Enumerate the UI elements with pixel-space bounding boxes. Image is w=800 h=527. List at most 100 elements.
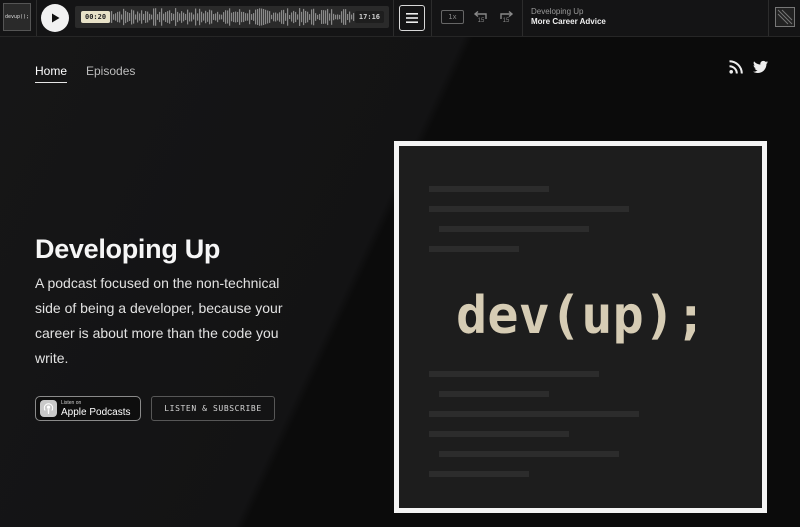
waveform-bar xyxy=(311,9,313,25)
waveform-bar xyxy=(319,13,321,21)
divider xyxy=(36,0,37,36)
waveform-bar xyxy=(227,10,229,24)
waveform-bar xyxy=(129,13,131,21)
waveform-bar xyxy=(173,13,175,21)
waveform-bar xyxy=(333,13,335,21)
waveform-bar xyxy=(277,13,279,21)
waveform-bar xyxy=(113,14,115,20)
waveform-bar xyxy=(193,14,195,20)
apple-podcasts-button[interactable]: Listen on Apple Podcasts xyxy=(35,396,141,421)
waveform-bar xyxy=(299,8,301,26)
skip-forward-seconds: 15 xyxy=(502,18,510,24)
episode-thumbnail[interactable]: devup(); xyxy=(3,3,31,31)
hamburger-icon xyxy=(406,13,418,23)
waveform-bar xyxy=(157,14,159,20)
current-time: 00:20 xyxy=(81,11,111,23)
playback-speed-button[interactable]: 1x xyxy=(441,10,464,24)
waveform-bar xyxy=(275,12,277,22)
waveform-bar xyxy=(317,14,319,20)
twitter-icon[interactable] xyxy=(753,60,768,74)
share-icon[interactable] xyxy=(775,7,795,27)
waveform-bar xyxy=(303,8,305,26)
waveform-bar xyxy=(215,13,217,21)
waveform-bar xyxy=(181,11,183,23)
waveform-bar xyxy=(191,12,193,22)
waveform-bar xyxy=(125,10,127,24)
waveform-bar xyxy=(149,13,151,21)
waveform-bar xyxy=(189,12,191,22)
waveform-bar xyxy=(255,9,257,25)
play-button[interactable] xyxy=(41,4,69,32)
waveform-bar xyxy=(309,14,311,20)
waveform-bar xyxy=(235,11,237,23)
waveform-bar xyxy=(233,11,235,23)
waveform-bar xyxy=(207,12,209,22)
waveform-bar xyxy=(131,9,133,25)
waveform-bar xyxy=(259,8,261,26)
waveform-bar xyxy=(115,13,117,21)
play-icon xyxy=(52,13,60,23)
waveform-bar xyxy=(335,14,337,20)
waveform-bar xyxy=(343,9,345,25)
menu-button[interactable] xyxy=(399,5,425,31)
waveform-bar xyxy=(241,11,243,23)
nav-home[interactable]: Home xyxy=(35,64,68,83)
progress-waveform[interactable]: 00:20 17:16 xyxy=(75,6,389,28)
waveform-bar xyxy=(243,11,245,23)
waveform-bar xyxy=(111,11,113,23)
waveform-bar xyxy=(331,9,333,25)
waveform-bar xyxy=(257,8,259,26)
divider xyxy=(431,0,432,36)
listen-subscribe-button[interactable]: LISTEN & SUBSCRIBE xyxy=(151,396,275,421)
waveform-bar xyxy=(289,14,291,20)
player-episode-title[interactable]: More Career Advice xyxy=(531,17,606,26)
waveform-bar xyxy=(237,11,239,23)
waveform-graphic xyxy=(109,8,355,26)
waveform-bar xyxy=(279,12,281,22)
waveform-bar xyxy=(221,14,223,20)
waveform-bar xyxy=(253,13,255,21)
waveform-bar xyxy=(155,8,157,26)
waveform-bar xyxy=(325,10,327,24)
waveform-bar xyxy=(133,10,135,24)
waveform-bar xyxy=(287,8,289,26)
waveform-bar xyxy=(205,10,207,24)
waveform-bar xyxy=(229,8,231,26)
waveform-bar xyxy=(247,13,249,21)
waveform-bar xyxy=(225,10,227,24)
waveform-bar xyxy=(135,14,137,20)
apple-badge-text: Apple Podcasts xyxy=(61,407,131,418)
waveform-bar xyxy=(151,14,153,20)
waveform-bar xyxy=(127,12,129,22)
waveform-bar xyxy=(349,11,351,23)
waveform-bar xyxy=(269,11,271,23)
nav-episodes[interactable]: Episodes xyxy=(86,64,135,78)
waveform-bar xyxy=(301,11,303,23)
waveform-bar xyxy=(245,13,247,21)
waveform-bar xyxy=(339,14,341,20)
divider xyxy=(393,0,394,36)
waveform-bar xyxy=(261,8,263,26)
waveform-bar xyxy=(165,12,167,22)
divider xyxy=(768,0,769,36)
rss-icon[interactable] xyxy=(729,60,743,74)
waveform-bar xyxy=(159,11,161,23)
waveform-bar xyxy=(209,9,211,25)
waveform-bar xyxy=(283,9,285,25)
waveform-bar xyxy=(219,14,221,20)
waveform-bar xyxy=(341,11,343,23)
podcast-description: A podcast focused on the non-technical s… xyxy=(35,275,283,366)
podcast-artwork: dev(up); xyxy=(394,141,767,513)
waveform-bar xyxy=(337,14,339,20)
waveform-bar xyxy=(297,14,299,20)
waveform-bar xyxy=(327,8,329,26)
skip-back-seconds: 15 xyxy=(477,18,485,24)
waveform-bar xyxy=(347,13,349,21)
skip-forward-button[interactable]: 15 xyxy=(497,8,515,28)
waveform-bar xyxy=(167,11,169,23)
skip-back-button[interactable]: 15 xyxy=(472,8,490,28)
waveform-bar xyxy=(141,10,143,24)
waveform-bar xyxy=(281,10,283,24)
waveform-bar xyxy=(313,8,315,26)
apple-podcasts-icon xyxy=(40,400,57,417)
